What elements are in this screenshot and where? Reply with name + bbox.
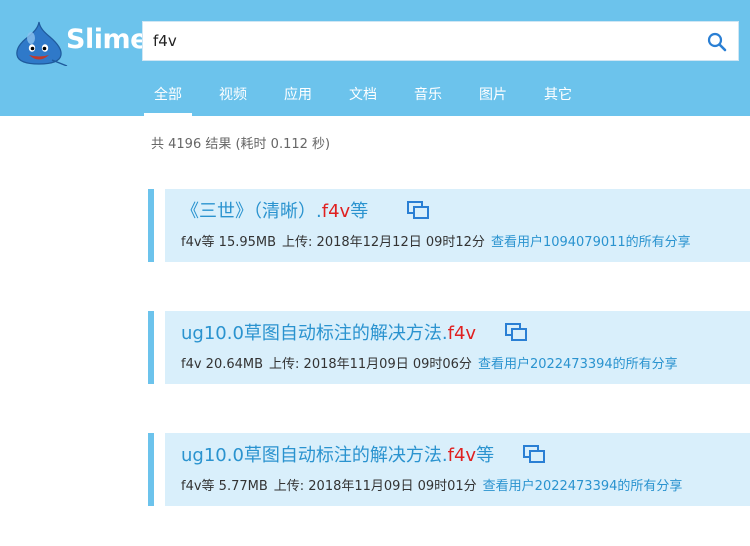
tab-other[interactable]: 其它: [530, 78, 586, 116]
result-meta: f4v等 15.95MB 上传: 2018年12月12日 09时12分 查看用户10…: [181, 231, 691, 250]
upload-time: 上传: 2018年11月09日 09时01分: [273, 479, 477, 494]
open-window-icon[interactable]: [523, 445, 545, 463]
search-box: [142, 21, 739, 61]
file-size: f4v等 15.95MB: [181, 235, 277, 250]
open-window-icon[interactable]: [407, 201, 429, 219]
result-title-suffix: 等: [350, 201, 369, 222]
result-item: 《三世》（清晰）.f4v等 f4v等 15.95MB 上传: 2018年12月12…: [148, 189, 750, 262]
upload-time: 上传: 2018年12月12日 09时12分: [282, 235, 485, 250]
file-size: f4v等 5.77MB: [181, 479, 268, 494]
result-title-keyword: f4v: [447, 323, 477, 344]
result-title-keyword: f4v: [447, 445, 477, 466]
search-icon: [707, 32, 727, 52]
result-title-link[interactable]: ug10.0草图自动标注的解决方法.f4v: [181, 319, 476, 345]
result-meta: f4v 20.64MB 上传: 2018年11月09日 09时06分 查看用户202…: [181, 353, 678, 372]
result-stats: 共 4196 结果 (耗时 0.112 秒): [151, 137, 331, 152]
user-shares-link[interactable]: 查看用户1094079011的所有分享: [491, 235, 691, 250]
result-title-suffix: 等: [476, 445, 495, 466]
file-size: f4v 20.64MB: [181, 357, 264, 372]
tab-documents[interactable]: 文档: [335, 78, 391, 116]
search-button[interactable]: [706, 31, 728, 53]
search-input[interactable]: [143, 22, 683, 60]
result-item: ug10.0草图自动标注的解决方法.f4v f4v 20.64MB 上传: 201…: [148, 311, 750, 384]
user-shares-link[interactable]: 查看用户2022473394的所有分享: [483, 479, 683, 494]
tab-music[interactable]: 音乐: [400, 78, 456, 116]
result-title-link[interactable]: ug10.0草图自动标注的解决方法.f4v等: [181, 441, 494, 467]
result-item: ug10.0草图自动标注的解决方法.f4v等 f4v等 5.77MB 上传: 20…: [148, 433, 750, 506]
tab-images[interactable]: 图片: [465, 78, 521, 116]
result-title-keyword: f4v: [321, 201, 351, 222]
logo-text: Slime: [66, 24, 148, 55]
result-title-text: 《三世》（清晰）.: [181, 201, 322, 222]
tab-all[interactable]: 全部: [140, 78, 196, 116]
tab-apps[interactable]: 应用: [270, 78, 326, 116]
result-title-text: ug10.0草图自动标注的解决方法.: [181, 323, 448, 344]
result-meta: f4v等 5.77MB 上传: 2018年11月09日 09时01分 查看用户202…: [181, 475, 682, 494]
slime-mascot-icon: [16, 21, 68, 66]
tab-video[interactable]: 视频: [205, 78, 261, 116]
header: Slime 全部 视频 应用 文档 音乐 图片 其它: [0, 0, 750, 116]
logo[interactable]: Slime: [12, 18, 148, 66]
upload-time: 上传: 2018年11月09日 09时06分: [269, 357, 472, 372]
result-title-text: ug10.0草图自动标注的解决方法.: [181, 445, 448, 466]
result-title-link[interactable]: 《三世》（清晰）.f4v等: [181, 197, 368, 223]
user-shares-link[interactable]: 查看用户2022473394的所有分享: [478, 357, 678, 372]
open-window-icon[interactable]: [505, 323, 527, 341]
